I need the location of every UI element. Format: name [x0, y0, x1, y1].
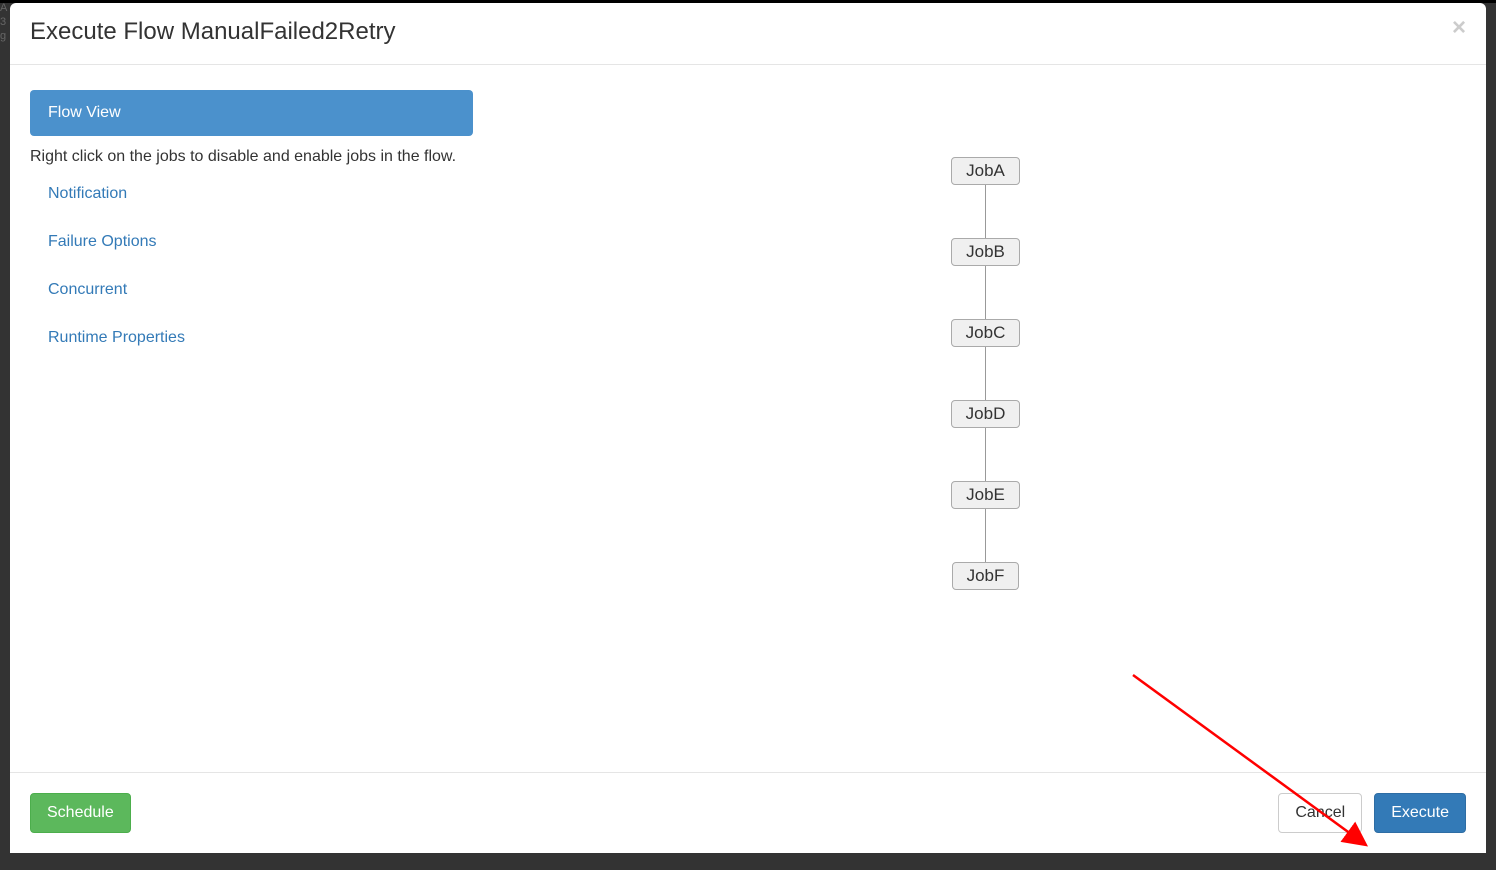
- job-node-d[interactable]: JobD: [951, 400, 1021, 428]
- edge: [985, 266, 986, 319]
- modal-footer: Schedule Cancel Execute: [10, 772, 1486, 853]
- modal-body: Flow View Right click on the jobs to dis…: [10, 65, 1486, 772]
- execute-flow-modal: Execute Flow ManualFailed2Retry × Flow V…: [10, 3, 1486, 853]
- option-list: Notification Failure Options Concurrent …: [30, 185, 465, 347]
- tab-notification[interactable]: Notification: [48, 185, 465, 203]
- schedule-button[interactable]: Schedule: [30, 793, 131, 833]
- modal-header: Execute Flow ManualFailed2Retry ×: [10, 3, 1486, 65]
- execute-button[interactable]: Execute: [1374, 793, 1466, 833]
- tab-runtime-properties[interactable]: Runtime Properties: [48, 329, 465, 347]
- close-icon[interactable]: ×: [1452, 16, 1466, 40]
- background-fragments: A3g: [0, 0, 7, 44]
- left-pane: Flow View Right click on the jobs to dis…: [10, 65, 485, 772]
- job-node-f[interactable]: JobF: [952, 562, 1020, 590]
- flow-view-hint: Right click on the jobs to disable and e…: [30, 145, 465, 169]
- edge: [985, 509, 986, 562]
- flow-view-tab[interactable]: Flow View: [30, 90, 473, 136]
- edge: [985, 347, 986, 400]
- flow-graph: JobA JobB JobC JobD JobE JobF: [946, 157, 1026, 590]
- job-node-a[interactable]: JobA: [951, 157, 1020, 185]
- flow-graph-pane: JobA JobB JobC JobD JobE JobF: [485, 65, 1486, 772]
- edge: [985, 185, 986, 238]
- job-node-e[interactable]: JobE: [951, 481, 1020, 509]
- job-node-b[interactable]: JobB: [951, 238, 1020, 266]
- cancel-button[interactable]: Cancel: [1278, 793, 1362, 833]
- job-node-c[interactable]: JobC: [951, 319, 1021, 347]
- edge: [985, 428, 986, 481]
- tab-concurrent[interactable]: Concurrent: [48, 281, 465, 299]
- tab-failure-options[interactable]: Failure Options: [48, 233, 465, 251]
- modal-title: Execute Flow ManualFailed2Retry: [30, 18, 396, 46]
